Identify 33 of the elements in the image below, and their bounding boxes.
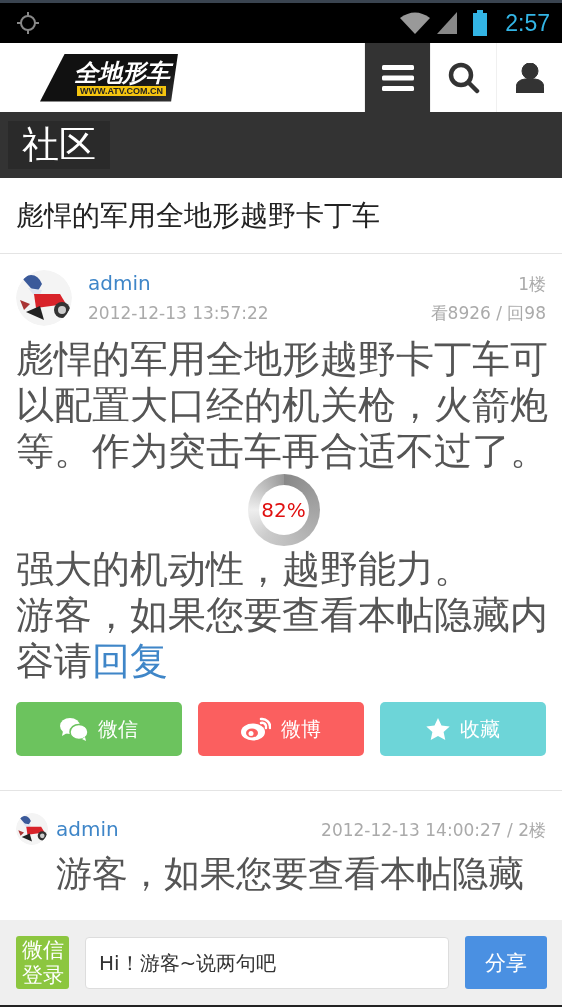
- comment-input[interactable]: Hi！游客~说两句吧: [85, 936, 449, 989]
- weibo-icon: [241, 717, 271, 741]
- wifi-icon: [399, 11, 432, 35]
- wechat-login-button[interactable]: 微信登录: [16, 936, 69, 989]
- menu-icon: [381, 64, 414, 91]
- user-icon: [515, 62, 544, 93]
- post-text: 游客，如果您要查看本帖隐藏: [56, 852, 525, 896]
- section-title: 社区: [8, 121, 110, 169]
- thread-title: 彪悍的军用全地形越野卡丁车: [0, 178, 562, 254]
- chat-bubbles-icon: [60, 717, 88, 741]
- location-icon: [16, 11, 40, 35]
- share-button[interactable]: 收藏: [380, 702, 546, 756]
- share-button[interactable]: 分享: [465, 936, 547, 989]
- clock-time: 2:57: [505, 9, 550, 37]
- username-link[interactable]: admin: [56, 816, 119, 841]
- post-text: 游客，如果您要查看本帖隐藏内容请回复: [16, 592, 549, 684]
- floor-number: 1楼: [518, 273, 546, 296]
- post-text: 强大的机动性，越野能力。: [16, 546, 473, 592]
- share-button[interactable]: 微博: [198, 702, 364, 756]
- post-meta: 2012-12-13 14:00:27 / 2楼: [321, 818, 546, 842]
- search-icon: [447, 61, 480, 94]
- post-text: 彪悍的军用全地形越野卡丁车可以配置大口经的机关枪，火箭炮等。作为突击车再合适不过了。: [16, 336, 549, 474]
- menu-button[interactable]: [364, 43, 430, 112]
- signal-icon: [437, 12, 458, 34]
- post-time: 2012-12-13 13:57:22: [88, 303, 269, 323]
- username-link[interactable]: admin: [88, 271, 151, 295]
- reply-link[interactable]: 回复: [92, 639, 168, 683]
- battery-icon: [473, 10, 488, 36]
- share-button[interactable]: 微信: [16, 702, 182, 756]
- star-icon: [426, 717, 450, 741]
- loading-spinner: 82%: [247, 474, 320, 546]
- view-reply-count: 看8926 / 回98: [430, 302, 546, 325]
- site-logo[interactable]: 全地形车 WWW.ATV.COM.CN: [40, 53, 178, 102]
